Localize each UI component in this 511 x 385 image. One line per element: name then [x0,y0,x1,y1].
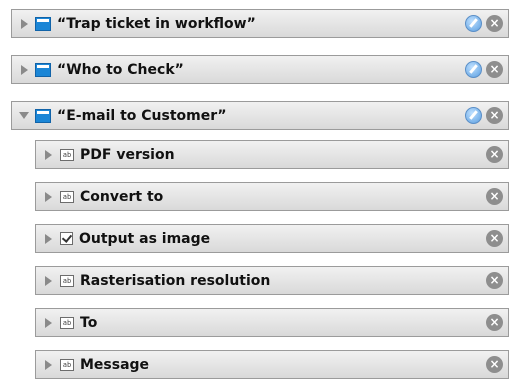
field-label: Message [80,356,150,373]
workflow-label: “Trap ticket in workflow” [57,15,256,32]
workflow-row-expanded[interactable]: “E-mail to Customer” × [11,101,509,130]
remove-icon[interactable]: × [486,272,503,289]
remove-icon[interactable]: × [486,15,503,32]
expand-arrow-icon[interactable] [42,359,54,371]
text-field-icon: ab [60,190,74,203]
field-label: Output as image [79,230,211,247]
expand-arrow-icon[interactable] [42,275,54,287]
checkbox-icon [60,232,73,245]
collapse-arrow-icon[interactable] [18,110,30,122]
edit-icon[interactable] [465,107,482,124]
event-icon [35,16,51,31]
field-row[interactable]: ab Message × [35,350,509,379]
field-row[interactable]: ab PDF version × [35,140,509,169]
expand-arrow-icon[interactable] [42,149,54,161]
expand-arrow-icon[interactable] [42,191,54,203]
edit-icon[interactable] [465,15,482,32]
workflow-row[interactable]: “Who to Check” × [11,55,509,84]
expand-arrow-icon[interactable] [18,64,30,76]
event-icon [35,108,51,123]
field-label: To [80,314,98,331]
field-row[interactable]: ab Convert to × [35,182,509,211]
field-row[interactable]: ab Rasterisation resolution × [35,266,509,295]
expand-arrow-icon[interactable] [42,233,54,245]
remove-icon[interactable]: × [486,356,503,373]
field-row[interactable]: Output as image × [35,224,509,253]
remove-icon[interactable]: × [486,107,503,124]
remove-icon[interactable]: × [486,188,503,205]
edit-icon[interactable] [465,61,482,78]
remove-icon[interactable]: × [486,146,503,163]
remove-icon[interactable]: × [486,61,503,78]
workflow-row[interactable]: “Trap ticket in workflow” × [11,9,509,38]
field-label: Rasterisation resolution [80,272,271,289]
text-field-icon: ab [60,274,74,287]
text-field-icon: ab [60,148,74,161]
remove-icon[interactable]: × [486,230,503,247]
workflow-label: “Who to Check” [57,61,184,78]
remove-icon[interactable]: × [486,314,503,331]
text-field-icon: ab [60,316,74,329]
event-icon [35,62,51,77]
expand-arrow-icon[interactable] [42,317,54,329]
field-label: Convert to [80,188,164,205]
expand-arrow-icon[interactable] [18,18,30,30]
field-row[interactable]: ab To × [35,308,509,337]
workflow-label: “E-mail to Customer” [57,107,227,124]
field-label: PDF version [80,146,175,163]
text-field-icon: ab [60,358,74,371]
